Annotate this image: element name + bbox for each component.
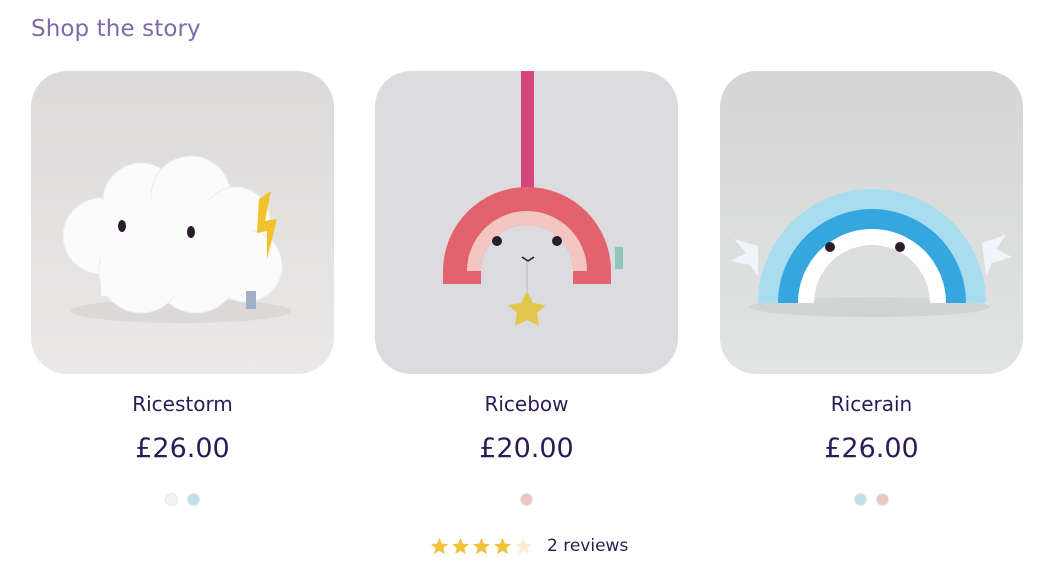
- star-empty-icon: [514, 537, 533, 554]
- product-name[interactable]: Ricestorm: [31, 392, 334, 416]
- product-card-ricestorm[interactable]: Ricestorm £26.00: [31, 71, 334, 506]
- product-price: £26.00: [824, 433, 919, 464]
- product-name[interactable]: Ricebow: [375, 392, 678, 416]
- star-filled-icon: [430, 537, 449, 554]
- star-rating: [430, 537, 533, 556]
- product-name[interactable]: Ricerain: [720, 392, 1023, 416]
- product-image-ricestorm[interactable]: [31, 71, 334, 374]
- ricerain-image: [720, 71, 1023, 374]
- product-price: £20.00: [479, 433, 574, 464]
- product-card-ricerain[interactable]: Ricerain £26.00: [720, 71, 1023, 506]
- color-swatches: [375, 493, 678, 506]
- ricestorm-image: [31, 71, 334, 374]
- star-filled-icon: [472, 537, 491, 554]
- color-swatch-white[interactable]: [165, 493, 178, 506]
- color-swatch-pink[interactable]: [876, 493, 889, 506]
- product-image-ricerain[interactable]: [720, 71, 1023, 374]
- color-swatches: [720, 493, 1023, 506]
- color-swatch-pink[interactable]: [520, 493, 533, 506]
- product-card-ricebow[interactable]: Ricebow £20.00: [375, 71, 678, 506]
- rating-summary[interactable]: 2 reviews: [430, 535, 628, 557]
- ricebow-image: [375, 71, 678, 374]
- star-filled-icon: [493, 537, 512, 554]
- product-image-ricebow[interactable]: [375, 71, 678, 374]
- star-filled-icon: [451, 537, 470, 554]
- product-price: £26.00: [135, 433, 230, 464]
- review-count[interactable]: 2 reviews: [547, 536, 628, 556]
- color-swatch-blue[interactable]: [187, 493, 200, 506]
- product-grid: Ricestorm £26.00 Ricebow £20.00 Ricerain…: [0, 0, 1059, 568]
- color-swatches: [31, 493, 334, 506]
- color-swatch-blue[interactable]: [854, 493, 867, 506]
